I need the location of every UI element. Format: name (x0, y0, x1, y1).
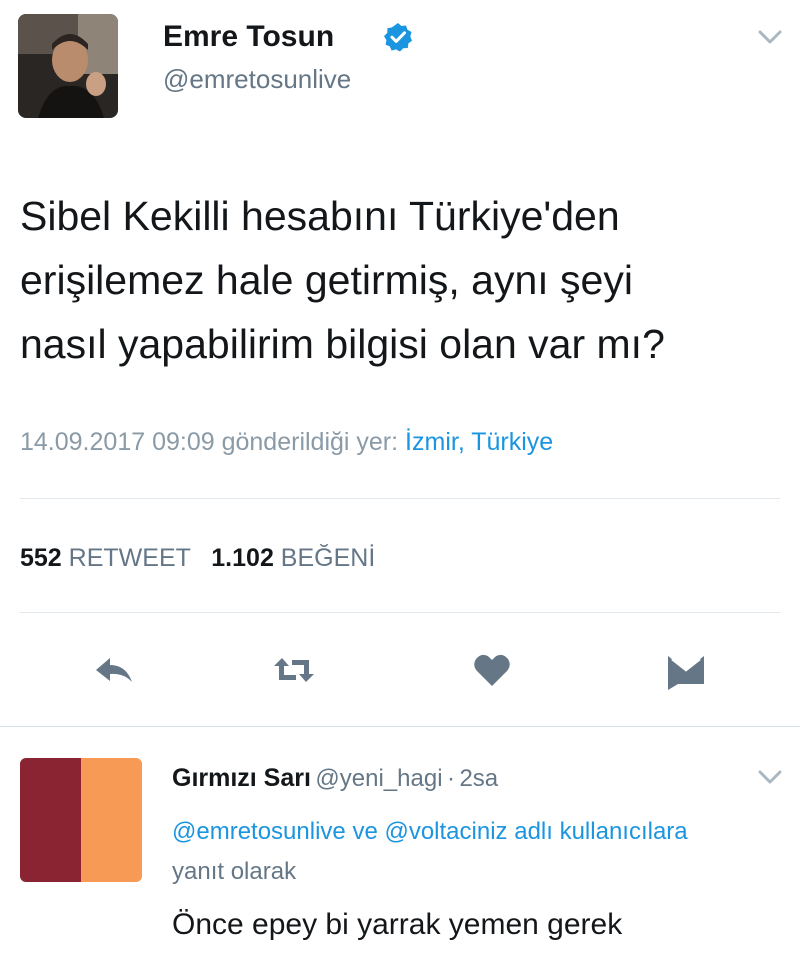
reply-author-handle[interactable]: @yeni_hagi (315, 765, 442, 792)
tweet-stats: 552 RETWEET 1.102 BEĞENİ (20, 544, 375, 573)
tweet-text-line: erişilemez hale getirmiş, aynı şeyi (20, 257, 633, 303)
avatar-photo (18, 14, 118, 118)
like-count[interactable]: 1.102 (211, 544, 274, 572)
tweet-separator (0, 726, 800, 727)
avatar-orange-half (81, 758, 142, 882)
mention-link[interactable]: @voltaciniz (384, 818, 507, 845)
divider (20, 498, 780, 499)
replying-and: ve (352, 818, 378, 845)
tweet-location[interactable]: İzmir, Türkiye (405, 428, 553, 456)
separator-dot: · (446, 765, 455, 792)
chevron-down-icon[interactable] (756, 766, 784, 788)
heart-icon[interactable] (470, 648, 514, 692)
envelope-icon[interactable] (664, 648, 708, 692)
verified-badge-icon (383, 22, 413, 52)
tweet-timestamp[interactable]: 14.09.2017 09:09 (20, 428, 215, 456)
reply-author-avatar[interactable] (20, 758, 142, 882)
retweet-count[interactable]: 552 (20, 544, 62, 572)
author-name[interactable]: Emre Tosun (163, 20, 334, 54)
divider (20, 612, 780, 613)
mention-link[interactable]: @emretosunlive (172, 818, 346, 845)
tweet-text-line: Sibel Kekilli hesabını Türkiye'den (20, 193, 620, 239)
chevron-down-icon[interactable] (756, 26, 784, 48)
retweet-label[interactable]: RETWEET (69, 544, 191, 572)
reply-time[interactable]: 2sa (459, 765, 498, 792)
sent-from-label: gönderildiği yer: (221, 428, 399, 456)
avatar-red-half (20, 758, 81, 882)
reply-text: Önce epey bi yarrak yemen gerek (172, 908, 623, 941)
retweet-icon[interactable] (272, 648, 316, 692)
replying-users-link[interactable]: adlı kullanıcılara (514, 818, 687, 845)
tweet-meta: 14.09.2017 09:09 gönderildiği yer: İzmir… (20, 428, 553, 457)
like-label[interactable]: BEĞENİ (281, 544, 375, 572)
replying-suffix: yanıt olarak (172, 858, 297, 885)
tweet-text-line: nasıl yapabilirim bilgisi olan var mı? (20, 321, 665, 367)
author-avatar[interactable] (18, 14, 118, 118)
author-handle[interactable]: @emretosunlive (163, 64, 351, 95)
reply-icon[interactable] (92, 648, 136, 692)
tweet-text: Sibel Kekilli hesabını Türkiye'den erişi… (20, 184, 780, 376)
reply-author-name[interactable]: Gırmızı Sarı (172, 764, 311, 792)
reply-header: Gırmızı Sarı @yeni_hagi · 2sa (172, 764, 498, 793)
replying-to: @emretosunlive ve @voltaciniz adlı kulla… (172, 812, 732, 892)
